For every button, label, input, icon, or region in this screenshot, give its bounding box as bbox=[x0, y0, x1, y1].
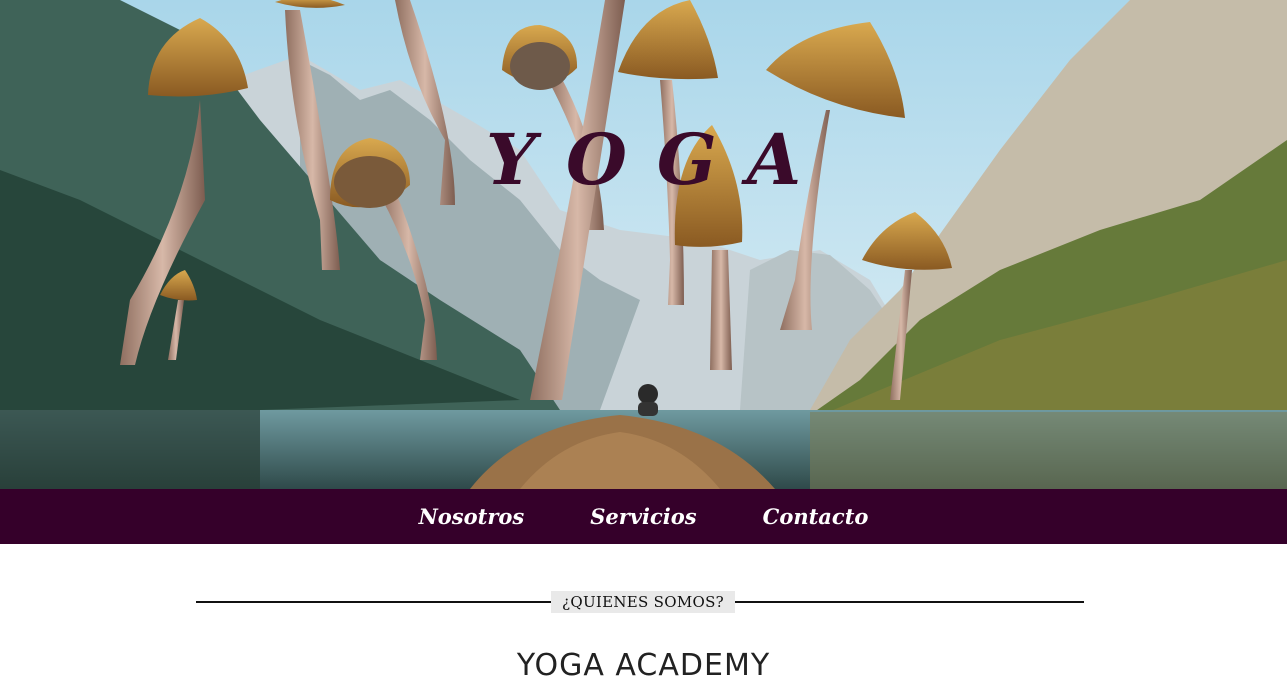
divider-label: ¿QUIENES SOMOS? bbox=[551, 591, 736, 613]
hero-image bbox=[0, 0, 1287, 489]
main-navbar: Nosotros Servicios Contacto bbox=[0, 489, 1287, 544]
section-title: YOGA ACADEMY bbox=[516, 648, 771, 683]
nav-link-contacto[interactable]: Contacto bbox=[763, 504, 869, 529]
hero-title: YOGA bbox=[485, 118, 832, 201]
nav-link-nosotros[interactable]: Nosotros bbox=[419, 504, 525, 529]
about-section: ¿QUIENES SOMOS? YOGA ACADEMY bbox=[0, 544, 1287, 683]
section-divider: ¿QUIENES SOMOS? bbox=[196, 589, 1084, 613]
hero-banner: YOGA bbox=[0, 0, 1287, 489]
nav-link-servicios[interactable]: Servicios bbox=[590, 504, 696, 529]
